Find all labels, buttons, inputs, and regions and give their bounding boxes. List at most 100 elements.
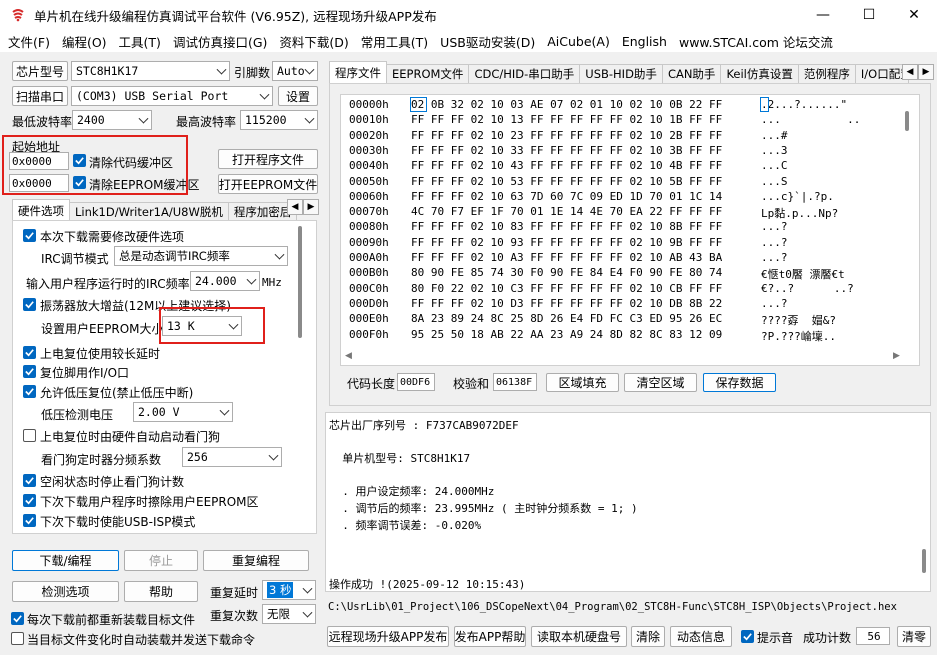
save-data-button[interactable]: 保存数据 <box>703 373 776 392</box>
auto-load-checkbox[interactable] <box>11 632 24 645</box>
options-scrollbar[interactable] <box>298 226 302 338</box>
lvd-select[interactable]: 2.00 V <box>133 402 233 422</box>
wdt-prescale-value: 256 <box>187 450 208 464</box>
modify-hw-checkbox[interactable] <box>23 229 36 242</box>
reprogram-button[interactable]: 重复编程 <box>203 550 309 571</box>
log-line: 芯片出厂序列号 : F737CAB9072DEF <box>329 419 519 432</box>
power-reset-label: 上电复位使用较长延时 <box>40 347 161 361</box>
min-baud-select[interactable]: 2400 <box>72 110 152 130</box>
lvr-label: 允许低压复位(禁止低压中断) <box>40 386 194 400</box>
repeat-count-label: 重复次数 <box>210 609 259 623</box>
open-eeprom-file-button[interactable]: 打开EEPROM文件 <box>218 174 318 194</box>
menu-download[interactable]: 资料下载(D) <box>275 32 352 51</box>
chevron-down-icon <box>246 274 257 285</box>
menu-english[interactable]: English <box>618 34 671 49</box>
irc-mode-label: IRC调节模式 <box>41 252 109 266</box>
port-select[interactable]: (COM3) USB Serial Port <box>71 86 273 106</box>
osc-gain-checkbox[interactable] <box>23 298 36 311</box>
tab-examples[interactable]: 范例程序 <box>797 64 856 83</box>
scan-port-button[interactable]: 扫描串口 <box>12 86 68 106</box>
log-scrollbar[interactable] <box>922 549 926 573</box>
chip-type-label[interactable]: 芯片型号 <box>12 61 68 81</box>
menu-aicube[interactable]: AiCube(A) <box>543 34 614 49</box>
clear-area-button[interactable]: 清空区域 <box>624 373 697 392</box>
hex-bytes: FF FF FF 02 10 63 7D 60 7C 09 ED 1D 70 0… <box>411 189 723 203</box>
menu-debug[interactable]: 调试仿真接口(G) <box>169 32 271 51</box>
right-tab-prev-button[interactable]: ◀ <box>902 64 918 80</box>
repeat-delay-select[interactable]: 3 秒 <box>262 580 316 600</box>
help-button[interactable]: 帮助 <box>124 581 198 602</box>
chevron-down-icon <box>304 64 315 75</box>
open-program-file-button[interactable]: 打开程序文件 <box>218 149 318 169</box>
close-button[interactable]: ✕ <box>891 0 937 30</box>
tab-program-file[interactable]: 程序文件 <box>329 61 387 83</box>
publish-help-button[interactable]: 发布APP帮助 <box>454 626 526 647</box>
clear-log-button[interactable]: 清除 <box>631 626 665 647</box>
log-output[interactable]: 芯片出厂序列号 : F737CAB9072DEF 单片机型号: STC8H1K1… <box>325 412 931 592</box>
check-icon <box>25 301 34 309</box>
idle-wdt-label: 空闲状态时停止看门狗计数 <box>40 475 185 489</box>
usb-isp-checkbox[interactable] <box>23 514 36 527</box>
tab-keil-settings[interactable]: Keil仿真设置 <box>720 64 799 83</box>
chip-type-select[interactable]: STC8H1K17 <box>71 61 230 81</box>
usb-isp-label: 下次下载时使能USB-ISP模式 <box>40 515 196 529</box>
clear-count-button[interactable]: 清零 <box>897 626 931 647</box>
tab-eeprom-file[interactable]: EEPROM文件 <box>386 64 470 83</box>
menu-file[interactable]: 文件(F) <box>4 32 54 51</box>
hex-ascii: ?P.???崘壈.. <box>761 329 836 343</box>
menu-tools[interactable]: 工具(T) <box>115 32 165 51</box>
scroll-right-icon[interactable]: ▶ <box>893 351 900 361</box>
stop-button[interactable]: 停止 <box>124 550 198 571</box>
wdt-auto-checkbox[interactable] <box>23 429 36 442</box>
reset-pin-label: 复位脚用作I/O口 <box>40 366 130 380</box>
read-disk-button[interactable]: 读取本机硬盘号 <box>531 626 627 647</box>
pin-count-select[interactable]: Auto <box>272 61 318 81</box>
left-tab-prev-button[interactable]: ◀ <box>287 199 303 215</box>
scroll-left-icon[interactable]: ◀ <box>345 351 352 361</box>
menu-forum[interactable]: www.STCAI.com 论坛交流 <box>675 32 837 51</box>
left-tab-next-button[interactable]: ▶ <box>303 199 319 215</box>
download-program-button[interactable]: 下载/编程 <box>12 550 119 571</box>
fill-area-button[interactable]: 区域填充 <box>546 373 619 392</box>
wdt-prescale-label: 看门狗定时器分频系数 <box>41 453 162 467</box>
reset-pin-checkbox[interactable] <box>23 365 36 378</box>
wdt-prescale-select[interactable]: 256 <box>182 447 282 467</box>
minimize-button[interactable]: — <box>800 0 846 30</box>
log-line: . 用户设定频率: 24.000MHz <box>329 485 495 499</box>
right-tab-next-button[interactable]: ▶ <box>918 64 934 80</box>
tab-hardware-options[interactable]: 硬件选项 <box>12 199 70 221</box>
maximize-button[interactable]: ☐ <box>846 0 892 30</box>
irc-mode-select[interactable]: 总是动态调节IRC频率 <box>114 246 288 266</box>
auto-load-label: 当目标文件变化时自动装载并发送下载命令 <box>27 633 256 647</box>
erase-eeprom-checkbox[interactable] <box>23 494 36 507</box>
settings-button[interactable]: 设置 <box>278 86 318 106</box>
irc-frequency-select[interactable]: 24.000 <box>190 271 260 291</box>
check-options-button[interactable]: 检测选项 <box>12 581 119 602</box>
max-baud-select[interactable]: 115200 <box>240 110 318 130</box>
success-count-label: 成功计数 <box>803 631 852 645</box>
tab-offline-writer[interactable]: Link1D/Writer1A/U8W脱机 <box>69 202 229 221</box>
menu-program[interactable]: 编程(O) <box>58 32 111 51</box>
remote-publish-button[interactable]: 远程现场升级APP发布 <box>327 626 449 647</box>
tab-can-assistant[interactable]: CAN助手 <box>661 64 722 83</box>
hex-scrollbar[interactable] <box>905 111 909 131</box>
beep-label: 提示音 <box>757 631 794 645</box>
tab-serial-assistant[interactable]: CDC/HID-串口助手 <box>468 64 581 83</box>
check-icon <box>25 349 34 357</box>
repeat-count-select[interactable]: 无限 <box>262 604 316 624</box>
menu-usb-driver[interactable]: USB驱动安装(D) <box>436 32 539 51</box>
left-tabstrip: 硬件选项 Link1D/Writer1A/U8W脱机 程序加密后 <box>12 199 298 221</box>
tab-io-config[interactable]: I/O口配置 <box>854 64 909 83</box>
lvr-checkbox[interactable] <box>23 385 36 398</box>
beep-checkbox[interactable] <box>741 630 754 643</box>
reload-target-checkbox[interactable] <box>11 612 24 625</box>
hex-addr: 000C0h <box>349 281 389 295</box>
idle-wdt-checkbox[interactable] <box>23 474 36 487</box>
power-reset-checkbox[interactable] <box>23 346 36 359</box>
success-count-value: 56 <box>856 627 890 645</box>
menu-common-tools[interactable]: 常用工具(T) <box>357 32 432 51</box>
tab-usb-hid[interactable]: USB-HID助手 <box>579 64 663 83</box>
hex-addr: 00090h <box>349 235 389 249</box>
dynamic-info-button[interactable]: 动态信息 <box>670 626 732 647</box>
hex-view[interactable]: 00000h 02 0B 32 02 10 03 AE 07 02 01 10 0… <box>340 94 920 366</box>
